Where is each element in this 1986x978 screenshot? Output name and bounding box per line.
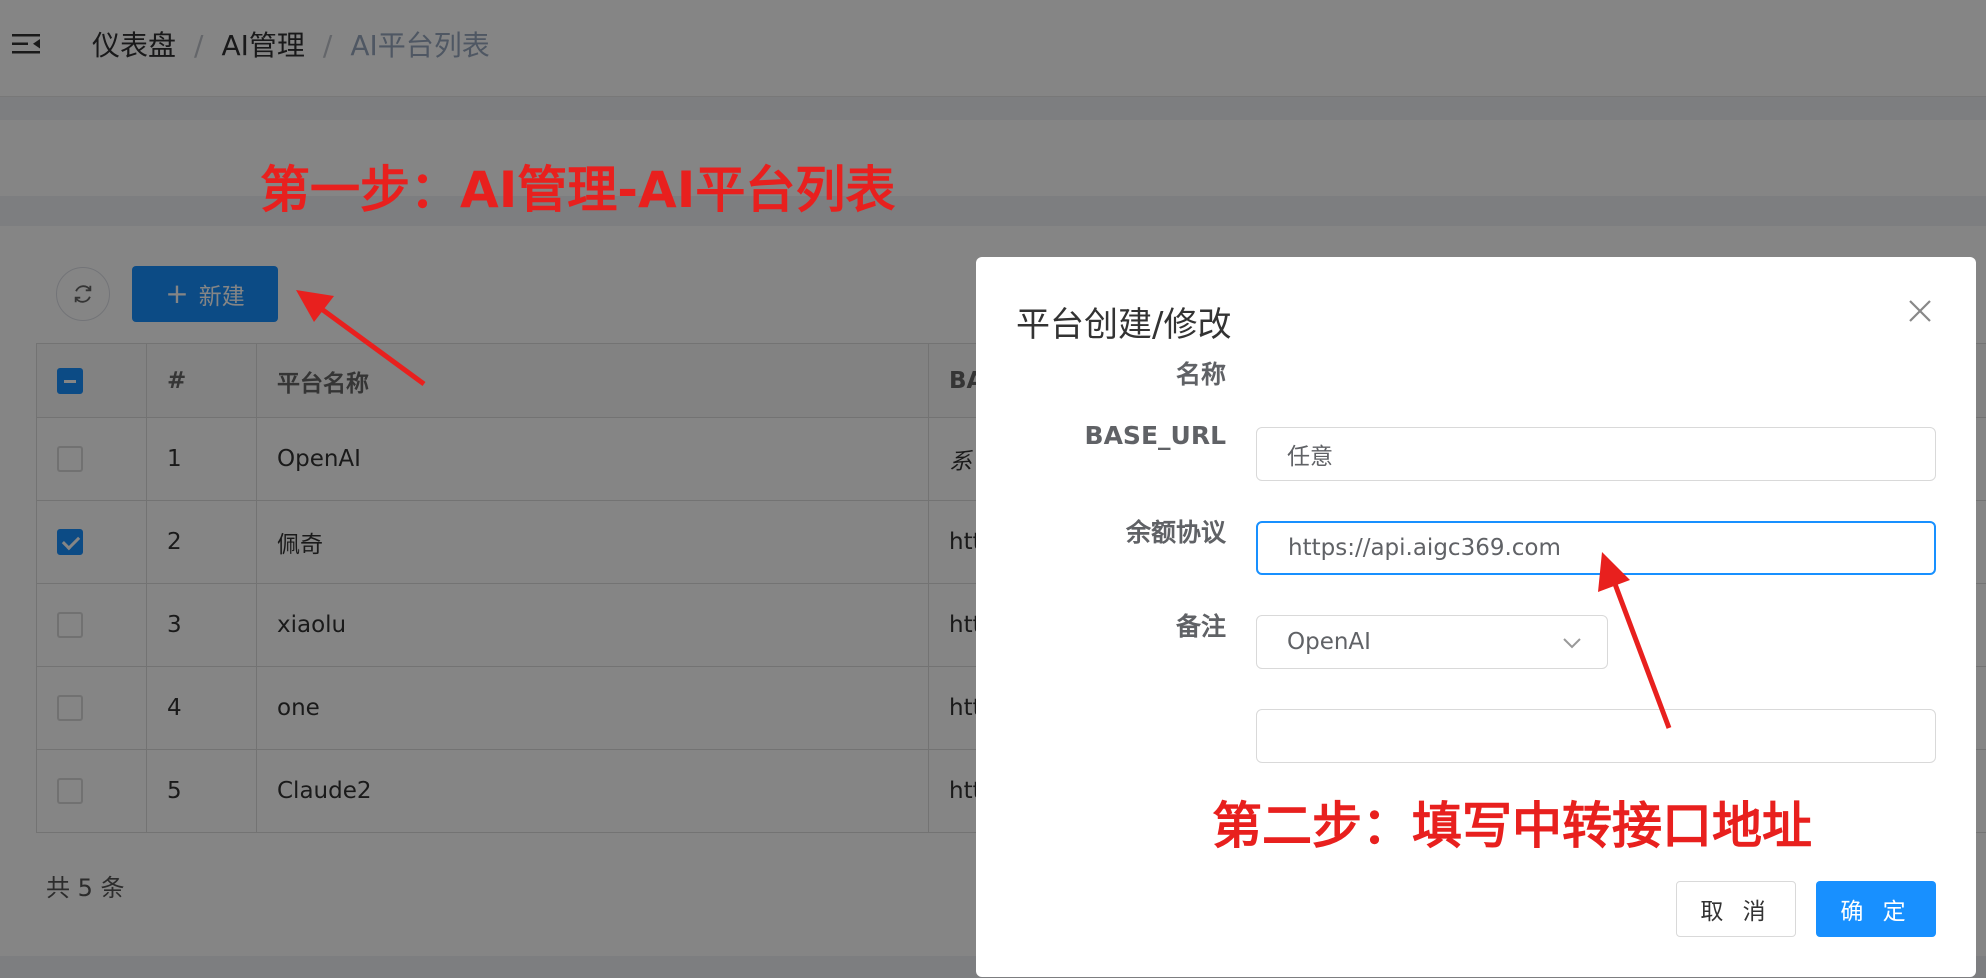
chevron-down-icon bbox=[1563, 638, 1581, 649]
remark-input[interactable] bbox=[1256, 709, 1936, 763]
balance-protocol-label: 余额协议 bbox=[1125, 518, 1226, 547]
name-input-value: 任意 bbox=[1287, 444, 1333, 470]
name-label: 名称 bbox=[1175, 360, 1226, 389]
close-icon[interactable] bbox=[1906, 297, 1934, 325]
dialog-title: 平台创建/修改 bbox=[1016, 305, 1232, 345]
remark-label: 备注 bbox=[1175, 612, 1226, 641]
base-url-label: BASE_URL bbox=[1084, 421, 1226, 450]
name-input[interactable]: 任意 bbox=[1256, 427, 1936, 481]
cancel-button[interactable]: 取 消 bbox=[1676, 881, 1796, 937]
base-url-input[interactable]: https://api.aigc369.com bbox=[1256, 521, 1936, 575]
balance-protocol-select[interactable]: OpenAI bbox=[1256, 615, 1608, 669]
confirm-button[interactable]: 确 定 bbox=[1816, 881, 1936, 937]
annotation-step1: 第一步：AI管理-AI平台列表 bbox=[260, 161, 896, 219]
platform-dialog: 平台创建/修改 名称 任意 BASE_URL https://api.aigc3… bbox=[976, 257, 1976, 977]
balance-protocol-value: OpenAI bbox=[1287, 629, 1371, 655]
base-url-input-value: https://api.aigc369.com bbox=[1288, 535, 1561, 561]
annotation-step2: 第二步：填写中转接口地址 bbox=[1212, 797, 1812, 855]
